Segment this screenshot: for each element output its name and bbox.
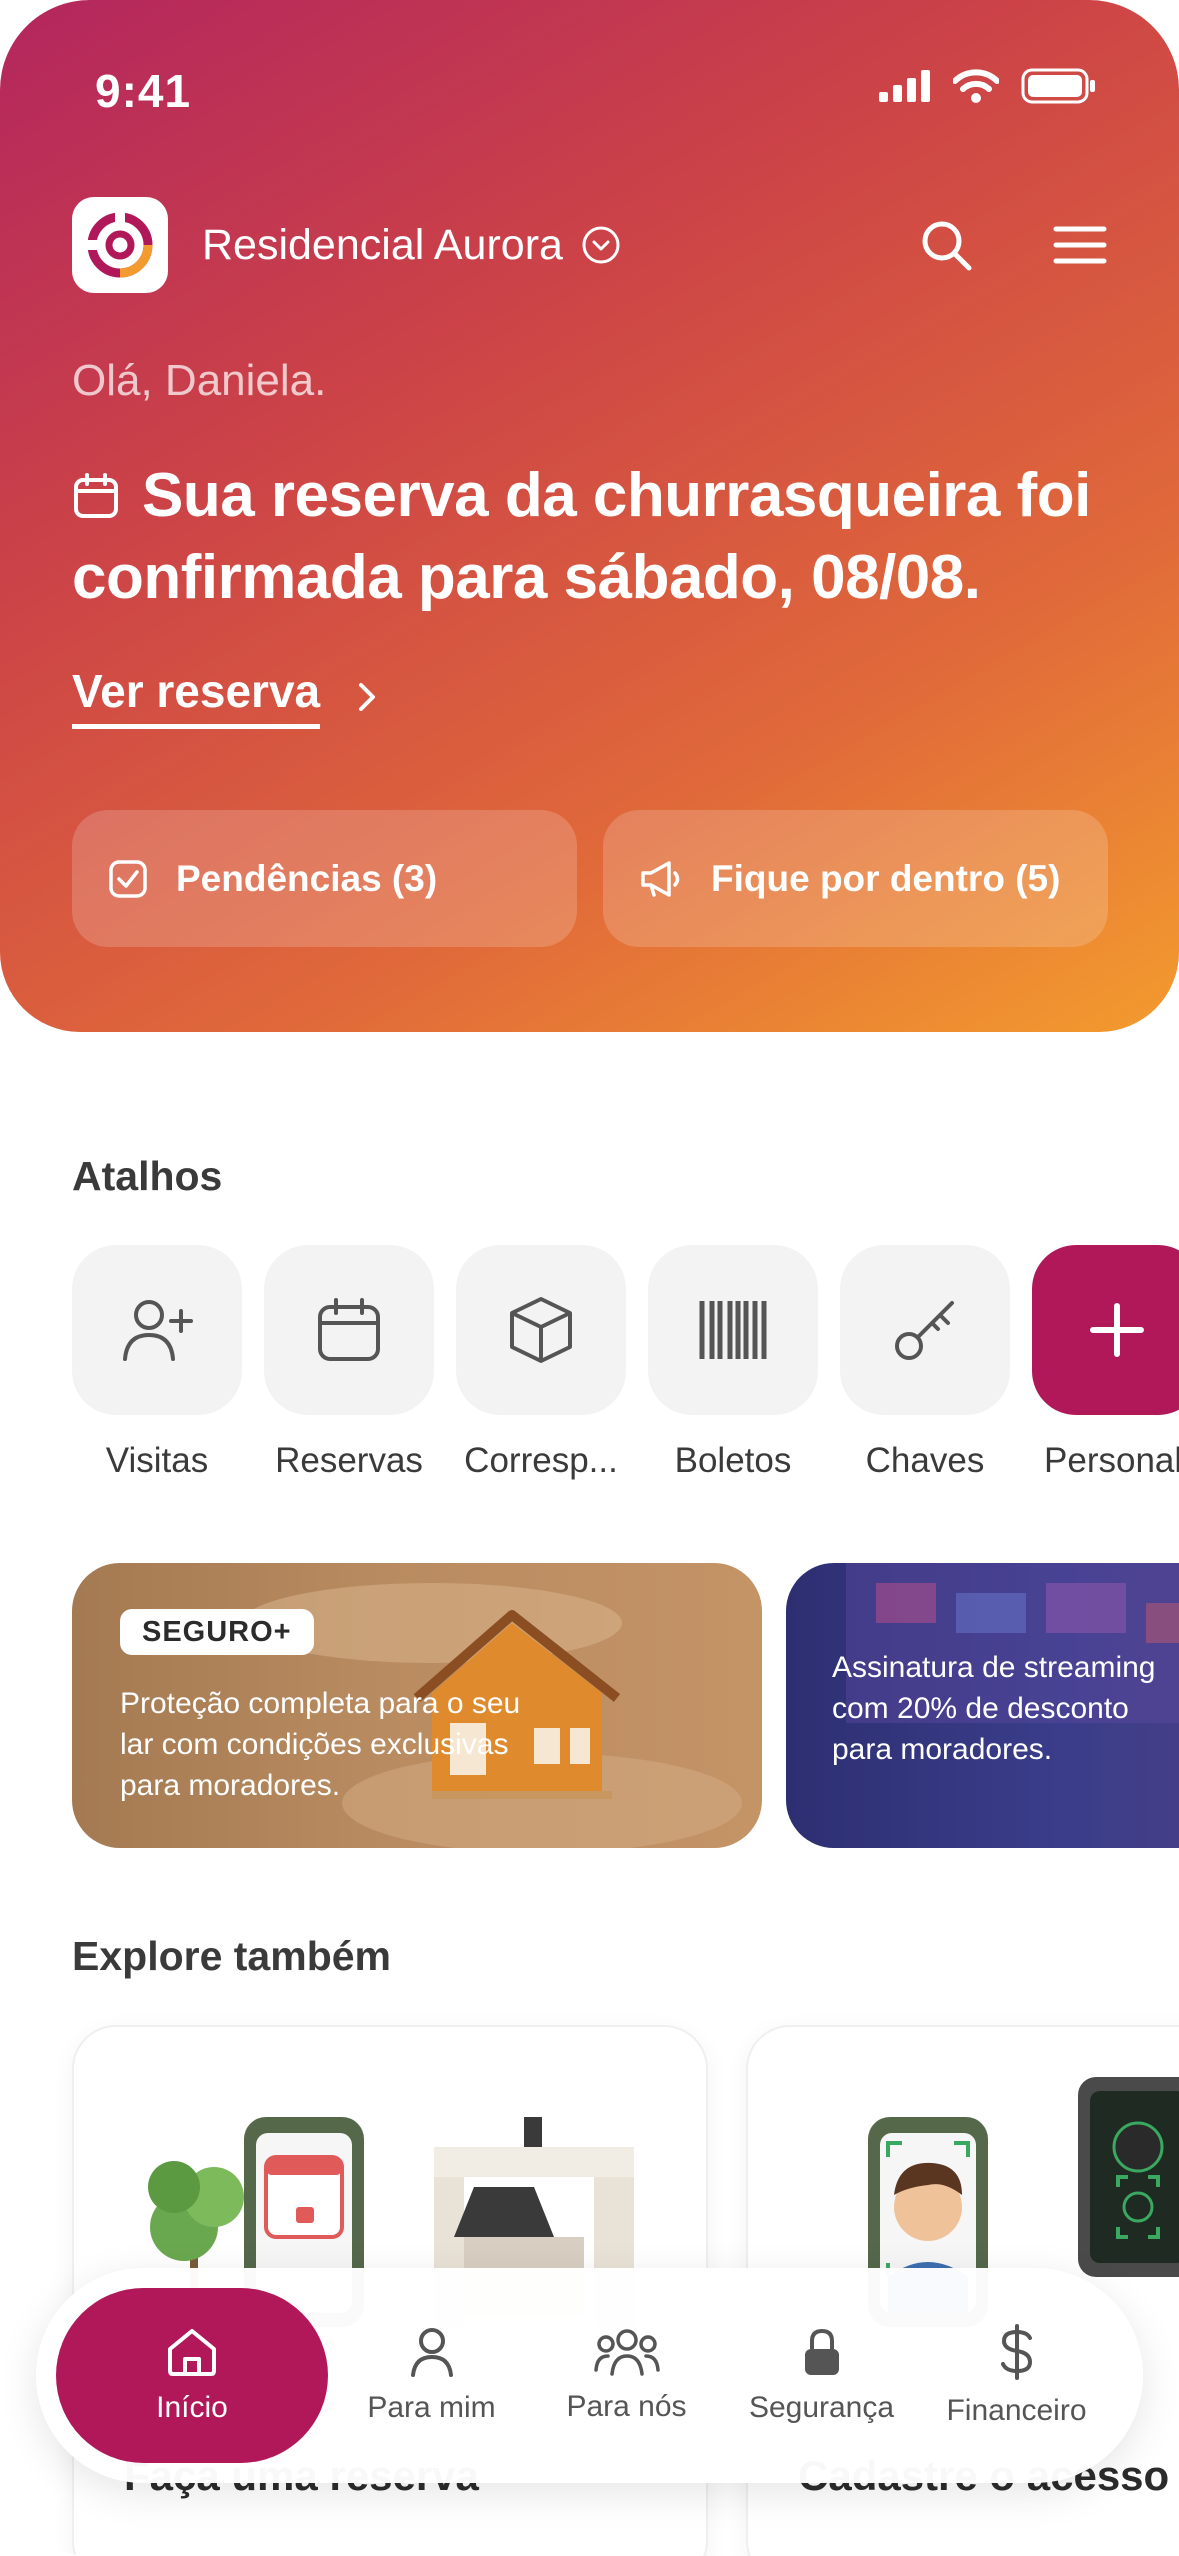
- condo-selector[interactable]: Residencial Aurora: [202, 221, 621, 270]
- menu-icon[interactable]: [1053, 224, 1107, 266]
- hero-banner: 9:41 Residencial Aurora Olá, Daniela. Su…: [0, 0, 1179, 1032]
- shortcut-tile: [456, 1245, 626, 1415]
- megaphone-icon: [641, 860, 680, 897]
- nav-label: Financeiro: [946, 2393, 1087, 2427]
- chevron-down-circle-icon: [582, 226, 620, 264]
- key-icon: [895, 1301, 954, 1360]
- person-icon: [410, 2327, 453, 2377]
- shortcut-tile: [1032, 1245, 1179, 1415]
- pending-chip[interactable]: Pendências (3): [72, 810, 577, 947]
- status-icons: [879, 68, 1097, 104]
- logo-mark-icon: [85, 210, 153, 278]
- shortcut-label: Personali: [1044, 1441, 1179, 1480]
- view-reservation-link[interactable]: Ver reserva: [72, 664, 378, 729]
- nav-label: Para mim: [367, 2390, 496, 2424]
- search-icon[interactable]: [919, 218, 973, 272]
- explore-title: Explore também: [72, 1933, 391, 1979]
- shortcut-label: Corresp...: [464, 1441, 618, 1480]
- greeting: Olá, Daniela.: [72, 356, 327, 405]
- dollar-icon: [1000, 2323, 1032, 2380]
- signal-icon: [879, 70, 930, 102]
- nav-label: Segurança: [748, 2390, 895, 2424]
- checkbox-icon: [109, 859, 147, 898]
- headline-text: Sua reserva da churrasqueira foi confirm…: [72, 461, 1091, 612]
- insurance-tag: SEGURO+: [120, 1609, 314, 1655]
- chevron-right-icon: [359, 682, 376, 711]
- barcode-icon: [699, 1301, 767, 1359]
- pending-label: Pendências (3): [176, 857, 438, 899]
- status-time: 9:41: [95, 65, 192, 117]
- shortcut-chaves[interactable]: Chaves: [840, 1245, 1010, 1481]
- package-icon: [510, 1297, 572, 1363]
- shortcut-correspondencias[interactable]: Corresp...: [456, 1245, 626, 1481]
- nav-seguranca[interactable]: Segurança: [724, 2288, 919, 2463]
- bottom-nav: Início Para mim Para nós Segurança Finan…: [36, 2268, 1143, 2483]
- shortcuts-title: Atalhos: [72, 1153, 223, 1199]
- shortcut-label: Boletos: [674, 1441, 792, 1480]
- shortcut-boletos[interactable]: Boletos: [648, 1245, 818, 1481]
- status-bar: 9:41: [0, 58, 1179, 118]
- nav-para-mim[interactable]: Para mim: [334, 2288, 529, 2463]
- shortcut-reservas[interactable]: Reservas: [264, 1245, 434, 1481]
- calendar-icon: [74, 473, 118, 518]
- nav-para-nos[interactable]: Para nós: [529, 2288, 724, 2463]
- streaming-banner[interactable]: Assinatura de streaming com 20% de desco…: [786, 1563, 1179, 1848]
- news-label: Fique por dentro (5): [711, 857, 1061, 899]
- battery-icon: [1021, 68, 1095, 104]
- nav-label: Início: [156, 2390, 228, 2424]
- shortcuts-row: Visitas Reservas Corresp... Boletos Chav…: [72, 1245, 1179, 1481]
- calendar-icon: [318, 1298, 380, 1361]
- lock-icon: [804, 2328, 839, 2375]
- insurance-text: Proteção completa para o seu lar com con…: [120, 1687, 521, 1802]
- nav-financeiro[interactable]: Financeiro: [919, 2288, 1114, 2463]
- home-icon: [168, 2328, 216, 2376]
- shortcut-personalizar[interactable]: Personali: [1032, 1245, 1179, 1481]
- top-bar: Residencial Aurora: [72, 197, 1107, 293]
- reservation-headline: Sua reserva da churrasqueira foi confirm…: [72, 455, 1112, 619]
- insurance-banner[interactable]: SEGURO+ Proteção completa para o seu lar…: [72, 1563, 762, 1848]
- top-actions: [919, 218, 1107, 272]
- view-reservation-label: Ver reserva: [72, 664, 321, 729]
- nav-inicio[interactable]: Início: [56, 2288, 328, 2463]
- shortcut-label: Visitas: [105, 1441, 209, 1480]
- group-icon: [593, 2328, 660, 2376]
- shortcut-visitas[interactable]: Visitas: [72, 1245, 242, 1481]
- news-chip[interactable]: Fique por dentro (5): [603, 810, 1108, 947]
- shortcut-tile: [648, 1245, 818, 1415]
- app-screen: 9:41 Residencial Aurora Olá, Daniela. Su…: [0, 0, 1179, 2556]
- shortcut-tile: [264, 1245, 434, 1415]
- condo-name: Residencial Aurora: [202, 220, 563, 269]
- hero-chips: Pendências (3) Fique por dentro (5): [72, 810, 1108, 947]
- shortcut-tile: [840, 1245, 1010, 1415]
- shortcut-label: Chaves: [865, 1441, 985, 1480]
- wifi-icon: [953, 69, 999, 103]
- shortcut-tile: [72, 1245, 242, 1415]
- add-person-icon: [123, 1300, 193, 1361]
- app-logo: [72, 197, 168, 293]
- shortcut-label: Reservas: [275, 1441, 423, 1480]
- nav-label: Para nós: [566, 2389, 687, 2423]
- streaming-text: Assinatura de streaming com 20% de desco…: [832, 1651, 1156, 1766]
- plus-icon: [1090, 1303, 1144, 1357]
